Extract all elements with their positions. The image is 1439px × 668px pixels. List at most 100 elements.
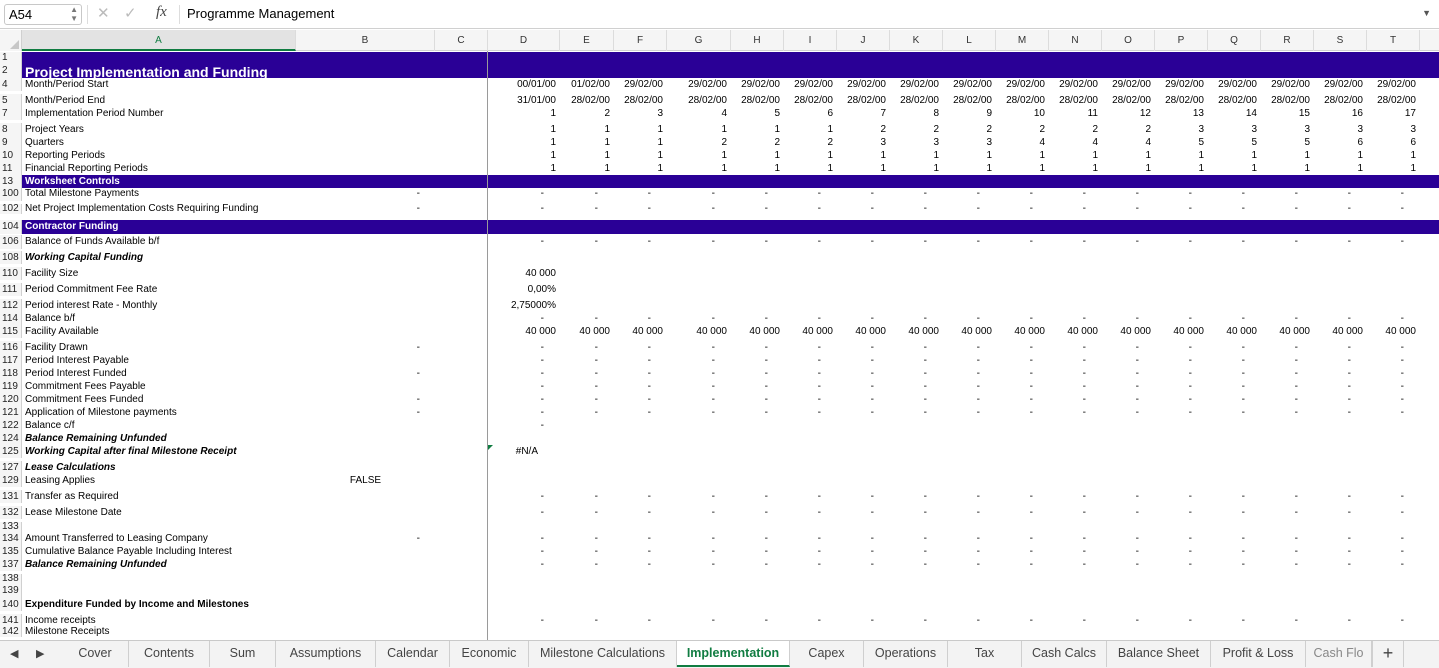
cell-t[interactable]: 6 [1367, 136, 1416, 149]
cell-g[interactable]: - [667, 532, 715, 545]
cell-r[interactable]: - [1261, 341, 1298, 354]
cell-k[interactable]: - [890, 406, 927, 419]
cell-s[interactable]: - [1314, 380, 1351, 393]
function-icon[interactable]: fx [156, 4, 167, 21]
cell-m[interactable]: - [996, 614, 1033, 627]
cell-l[interactable]: 1 [943, 149, 992, 162]
cell-g[interactable]: 4 [667, 107, 727, 120]
row-label[interactable]: Expenditure Funded by Income and Milesto… [25, 598, 249, 611]
cell-j[interactable]: 28/02/00 [837, 94, 886, 107]
table-row[interactable]: 100 Total Milestone Payments - - - - - - - - - - - - -… [0, 187, 1439, 201]
cell-t[interactable]: - [1367, 506, 1404, 519]
row-label[interactable]: Commitment Fees Payable [25, 380, 146, 393]
cell-t[interactable]: - [1367, 367, 1404, 380]
cell-j[interactable]: - [837, 367, 874, 380]
cell-f[interactable]: 3 [614, 107, 663, 120]
row-label[interactable]: Working Capital after final Milestone Re… [25, 445, 237, 458]
cell-t[interactable]: 29/02/00 [1367, 78, 1416, 91]
cell-d[interactable]: - [488, 558, 544, 571]
cell-e[interactable]: - [560, 204, 598, 214]
cell-k[interactable]: - [890, 545, 927, 558]
cell-m[interactable]: - [996, 380, 1033, 393]
table-row[interactable]: 4 Month/Period Start 00/01/00 01/02/00 29/02… [0, 78, 1439, 91]
cell-r[interactable]: 1 [1261, 162, 1310, 175]
cell-f[interactable]: - [614, 367, 651, 380]
row-number[interactable]: 11 [0, 162, 22, 175]
cell-j[interactable]: 29/02/00 [837, 78, 886, 91]
cell-g[interactable]: 40 000 [667, 325, 727, 338]
row-number[interactable]: 118 [0, 367, 22, 380]
sheet-tab-cover[interactable]: Cover [62, 641, 129, 667]
cell-f[interactable]: - [614, 354, 651, 367]
row-label[interactable]: Period Interest Funded [25, 367, 127, 380]
cell-e[interactable]: 1 [560, 162, 610, 175]
cell-o[interactable]: 2 [1102, 123, 1151, 136]
row-label[interactable]: Lease Calculations [25, 461, 116, 474]
row-number[interactable]: 104 [0, 220, 22, 234]
cell-q[interactable]: - [1208, 187, 1245, 201]
cell-d[interactable]: 40 000 [488, 325, 556, 338]
row-label[interactable]: Balance Remaining Unfunded [25, 558, 167, 571]
row-number[interactable]: 122 [0, 419, 22, 432]
cell-s[interactable]: - [1314, 187, 1351, 201]
cell-d[interactable]: - [488, 419, 544, 432]
sheet-tab-contents[interactable]: Contents [129, 641, 210, 667]
cell-l[interactable]: - [943, 354, 980, 367]
column-header-n[interactable]: N [1049, 30, 1102, 51]
cell-i[interactable]: - [784, 312, 821, 325]
cell-f[interactable]: 40 000 [614, 325, 663, 338]
table-row[interactable]: 140 Expenditure Funded by Income and Mile… [0, 598, 1439, 611]
cell-g[interactable]: - [667, 545, 715, 558]
cell-r[interactable]: - [1261, 558, 1298, 571]
table-row[interactable]: 133 [0, 522, 1439, 532]
row-label[interactable]: Period Interest Payable [25, 354, 129, 367]
cell-h[interactable]: 40 000 [731, 325, 780, 338]
cell-m[interactable]: - [996, 204, 1033, 214]
row-number[interactable]: 102 [0, 204, 22, 214]
cell-p[interactable]: 40 000 [1155, 325, 1204, 338]
cell-q[interactable]: - [1208, 235, 1245, 249]
cell-p[interactable]: - [1155, 545, 1192, 558]
cell-l[interactable]: - [943, 506, 980, 519]
row-label[interactable]: Month/Period End [25, 94, 105, 107]
cell-n[interactable]: - [1049, 490, 1086, 503]
cell-q[interactable]: 1 [1208, 149, 1257, 162]
cell-i[interactable]: 1 [784, 123, 833, 136]
cell-h[interactable]: 28/02/00 [731, 94, 780, 107]
cell-d[interactable]: - [488, 393, 544, 406]
table-row[interactable]: 110 Facility Size 40 000 [0, 267, 1439, 280]
row-label[interactable]: Balance b/f [25, 312, 75, 325]
cell-p[interactable]: - [1155, 354, 1192, 367]
column-header-g[interactable]: G [667, 30, 731, 51]
cell-m[interactable]: - [996, 545, 1033, 558]
table-row[interactable]: 114 Balance b/f - - - - - - - - - - - - - - - - - [0, 312, 1439, 325]
cell-h[interactable]: - [731, 235, 768, 249]
cell-m[interactable]: - [996, 506, 1033, 519]
column-header-k[interactable]: K [890, 30, 943, 51]
cell-t[interactable]: 1 [1367, 149, 1416, 162]
row-number[interactable]: 1 [0, 52, 22, 63]
cell-o[interactable]: - [1102, 490, 1139, 503]
row-number[interactable]: 131 [0, 490, 22, 503]
cell-j[interactable]: 1 [837, 149, 886, 162]
cell-o[interactable]: - [1102, 532, 1139, 545]
row-label[interactable]: Implementation Period Number [25, 107, 163, 120]
table-row[interactable]: 118 Period Interest Funded - - - - - - - - - - - - - - -… [0, 367, 1439, 380]
row-number[interactable]: 124 [0, 432, 22, 445]
cell-f[interactable]: - [614, 406, 651, 419]
table-row[interactable]: 134 Amount Transferred to Leasing Company… [0, 532, 1439, 545]
cell-d[interactable]: - [488, 187, 544, 201]
cell-i[interactable]: 2 [784, 136, 833, 149]
cell-r[interactable]: - [1261, 506, 1298, 519]
cell-b[interactable]: FALSE [296, 474, 435, 487]
cell-r[interactable]: 28/02/00 [1261, 94, 1310, 107]
cell-e[interactable]: 28/02/00 [560, 94, 610, 107]
cell-g[interactable]: 29/02/00 [667, 78, 727, 91]
cell-o[interactable]: 4 [1102, 136, 1151, 149]
row-number[interactable]: 142 [0, 627, 22, 637]
cell-l[interactable]: - [943, 187, 980, 201]
cell-n[interactable]: - [1049, 380, 1086, 393]
row-number[interactable]: 141 [0, 614, 22, 627]
cell-n[interactable]: 40 000 [1049, 325, 1098, 338]
table-row[interactable]: 141 Income receipts - - - - - - - - - - - - - - - - - [0, 614, 1439, 627]
